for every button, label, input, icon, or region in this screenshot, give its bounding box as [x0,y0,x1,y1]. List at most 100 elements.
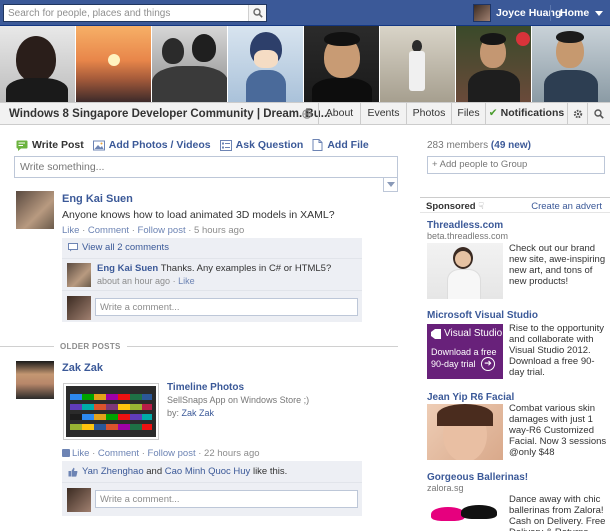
tab-notifications[interactable]: ✔ Notifications [485,103,567,125]
post-avatar[interactable] [16,191,54,229]
comment-link[interactable]: Comment [98,448,139,459]
like-thumb-icon [62,449,70,457]
write-post-label: Write Post [32,139,84,151]
post-time: 22 hours ago [204,448,260,459]
user-name-link[interactable]: Joyce Huang [496,7,561,19]
ad-title[interactable]: Threadless.com [427,220,503,231]
arrow-circle-icon: ➔ [481,357,495,371]
comment-avatar[interactable] [67,263,91,287]
tab-events[interactable]: Events [360,103,406,125]
tab-about[interactable]: About [318,103,360,125]
search-icon [594,109,604,119]
likes-comments-box: Yan Zhenghao and Cao Minh Quoc Huy like … [62,461,362,516]
settings-button[interactable] [567,103,587,125]
group-title[interactable]: Windows 8 Singapore Developer Community … [9,108,330,120]
my-avatar [67,488,91,512]
ad-text: Check out our brand new site, awe-inspir… [509,243,606,287]
comment-like-link[interactable]: Like [178,276,195,286]
ad-image[interactable] [427,495,503,531]
create-advert-link[interactable]: Create an advert [531,201,602,212]
write-post-button[interactable]: Write Post [16,138,84,152]
cover-photo-8[interactable] [532,26,610,102]
ask-question-button[interactable]: Ask Question [219,138,304,152]
like-link[interactable]: Like [62,225,79,236]
composer-actions: Write Post Add Photos / Videos Ask Quest… [16,138,378,152]
liker-link[interactable]: Yan Zhenghao [82,466,144,477]
post-author[interactable]: Zak Zak [62,362,103,374]
post-time: 5 hours ago [194,225,245,236]
ad-title[interactable]: Gorgeous Ballerinas! [427,472,528,483]
composer-box[interactable] [14,156,398,178]
comment-author[interactable]: Eng Kai Suen [97,263,158,274]
member-count: 283 members (49 new) [427,140,531,151]
attachment-title[interactable]: Timeline Photos [167,382,244,393]
comment-link[interactable]: Comment [88,225,129,236]
tab-files[interactable]: Files [451,103,485,125]
cover-photo-1[interactable] [0,26,76,102]
comment-box[interactable] [95,298,358,316]
comment-input[interactable] [96,491,357,507]
post-avatar[interactable] [16,361,54,399]
add-file-label: Add File [327,139,369,151]
cover-photo-7[interactable] [456,26,532,102]
ad-title[interactable]: Microsoft Visual Studio [427,310,538,321]
search-button[interactable] [248,5,266,21]
cover-photo-5[interactable] [304,26,380,102]
cover-photo-3[interactable] [152,26,228,102]
ad-image[interactable] [427,404,503,460]
add-photos-button[interactable]: Add Photos / Videos [92,138,211,152]
composer-input[interactable] [15,157,397,177]
view-all-comments[interactable]: View all 2 comments [68,242,169,253]
top-bar: Joyce Huang Home [0,0,610,26]
group-search-button[interactable] [587,103,610,125]
comment-meta: about an hour ago · Like [97,276,195,286]
ad-url: beta.threadless.com [427,231,509,241]
user-avatar[interactable] [473,4,491,22]
right-column: 283 members (49 new) + Add people to Gro… [420,125,610,531]
account-menu-caret-icon[interactable] [595,11,603,16]
cover-photo-4[interactable] [228,26,304,102]
add-people-input[interactable]: + Add people to Group [427,156,605,174]
ad-image[interactable] [427,243,503,299]
post-actions: Like · Comment · Follow post · 5 hours a… [62,225,245,236]
app-screenshot [66,386,156,437]
ad-image[interactable]: Visual Studio Download a free 90-day tri… [427,324,503,379]
members-label: 283 members [427,140,489,151]
composer-dropdown[interactable] [383,178,398,192]
comment-box[interactable] [95,490,358,508]
older-posts-label: OLDER POSTS [54,342,127,351]
my-avatar [67,296,91,320]
tab-photos[interactable]: Photos [406,103,451,125]
add-photos-label: Add Photos / Videos [108,139,211,151]
comment-bubble-icon [68,243,78,252]
ask-question-label: Ask Question [235,139,304,151]
post-text: Anyone knows how to load animated 3D mod… [62,209,335,221]
ad-choices-icon[interactable]: ☟ [478,201,484,212]
sponsored-header: Sponsored ☟ Create an advert [420,197,610,213]
gear-icon [573,109,582,119]
ad-title[interactable]: Jean Yip R6 Facial [427,392,514,403]
add-file-button[interactable]: Add File [312,138,369,152]
search-box[interactable] [3,4,267,22]
search-input[interactable] [4,5,244,21]
view-all-comments-label: View all 2 comments [82,242,169,253]
ad-text: Combat various skin damages with just 1 … [509,403,607,458]
comments-box: View all 2 comments Eng Kai Suen Thanks.… [62,238,362,322]
new-members-link[interactable]: (49 new) [491,140,531,151]
follow-post-link[interactable]: Follow post [148,448,196,459]
liker-link[interactable]: Cao Minh Quoc Huy [165,466,251,477]
like-link[interactable]: Like [72,448,89,459]
photo-icon [92,140,105,150]
sponsored-label: Sponsored ☟ [426,201,485,212]
likes-and: and [146,466,163,477]
home-link[interactable]: Home [560,7,589,19]
ad-text: Rise to the opportunity and collaborate … [509,323,605,378]
comment-input[interactable] [96,299,357,315]
follow-post-link[interactable]: Follow post [138,225,186,236]
cover-photo-6[interactable] [380,26,456,102]
attachment-thumbnail[interactable] [63,383,159,440]
cover-photo-2[interactable] [76,26,152,102]
post-author[interactable]: Eng Kai Suen [62,193,133,205]
write-comment-row [62,290,362,322]
attachment-by-name[interactable]: Zak Zak [182,408,215,418]
